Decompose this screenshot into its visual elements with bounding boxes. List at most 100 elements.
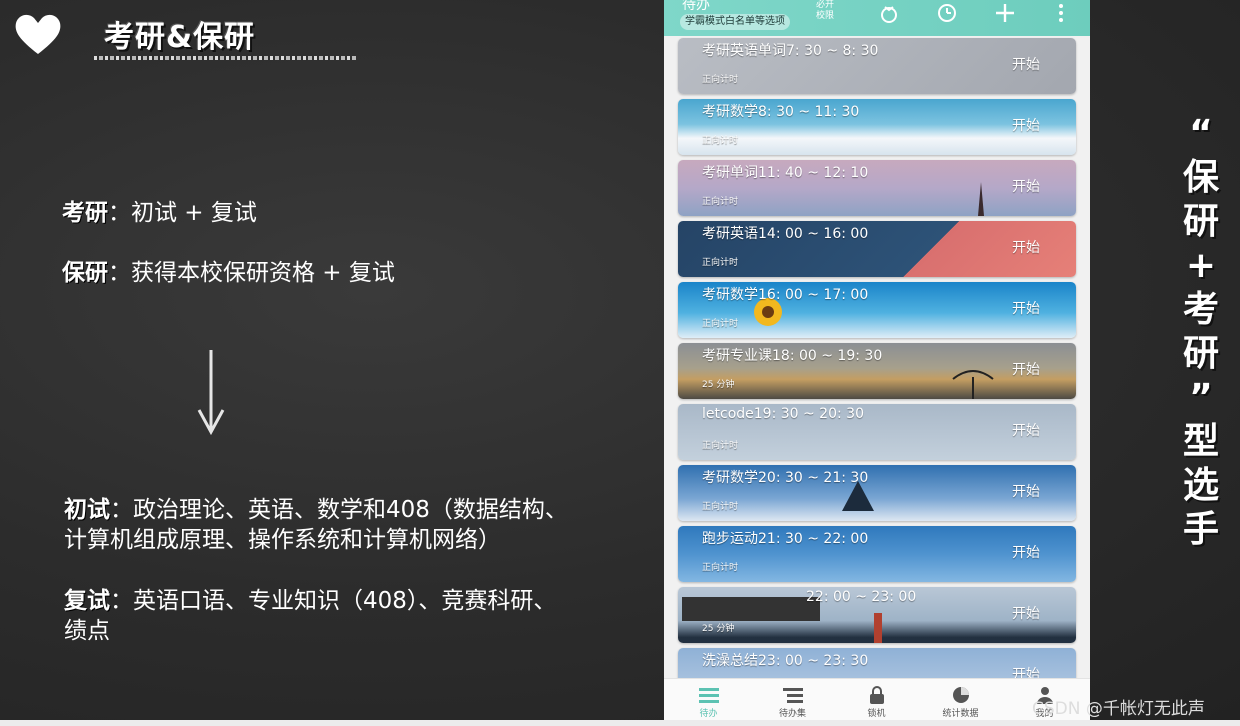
alarm-icon[interactable]	[936, 2, 958, 24]
pie-chart-icon	[952, 687, 969, 703]
slogan-char: 研	[1182, 201, 1219, 242]
task-timer-mode: 正向计时	[702, 319, 739, 329]
collection-icon	[782, 688, 803, 703]
lighthouse-icon	[874, 613, 882, 643]
task-card[interactable]: 跑步运动21: 30 ~ 22: 00 正向计时 开始	[678, 526, 1076, 582]
task-card[interactable]: 考研英语单词7: 30 ~ 8: 30 正向计时 开始	[678, 38, 1076, 94]
task-title: 考研数学16: 00 ~ 17: 00	[702, 287, 869, 303]
start-button[interactable]: 开始	[1012, 542, 1040, 562]
task-timer-mode: 正向计时	[702, 258, 739, 268]
line-text: 获得本校保研资格 + 复试	[131, 260, 395, 286]
task-title: 考研专业课18: 00 ~ 19: 30	[702, 348, 883, 364]
task-title: 考研数学8: 30 ~ 11: 30	[702, 104, 860, 120]
task-card[interactable]: 22: 00 ~ 23: 00 25 分钟 开始	[678, 587, 1076, 643]
task-list: 考研英语单词7: 30 ~ 8: 30 正向计时 开始 考研数学8: 30 ~ …	[678, 38, 1076, 709]
slogan-char: 考	[1182, 289, 1219, 330]
line-sep: ：	[108, 260, 131, 286]
slogan-char: ”	[1189, 377, 1213, 418]
task-title: 考研数学20: 30 ~ 21: 30	[702, 470, 869, 486]
line-label: 复试	[64, 588, 110, 614]
task-card[interactable]: 考研专业课18: 00 ~ 19: 30 25 分钟 开始	[678, 343, 1076, 399]
slogan-char: 型	[1182, 421, 1219, 462]
line-text: 英语口语、专业知识（408）、竞赛科研、	[133, 588, 557, 614]
whitelist-button[interactable]: 学霸模式白名单等选项	[680, 14, 790, 30]
start-button[interactable]: 开始	[1012, 603, 1040, 623]
heart-icon	[15, 14, 61, 55]
line-text: 初试 + 复试	[131, 200, 257, 226]
task-card[interactable]: 考研数学8: 30 ~ 11: 30 正向计时 开始	[678, 99, 1076, 155]
line-sep: ：	[108, 200, 131, 226]
start-button[interactable]: 开始	[1012, 54, 1040, 74]
tree-icon	[952, 370, 994, 399]
nav-label: 待办	[699, 709, 718, 719]
bottom-strip	[0, 720, 1240, 726]
line-fushi: 复试：英语口语、专业知识（408）、竞赛科研、 绩点	[64, 586, 556, 646]
header-title: 待办	[682, 0, 710, 13]
slogan-char: 研	[1182, 333, 1219, 374]
start-button[interactable]: 开始	[1012, 237, 1040, 257]
slogan-char: 保	[1182, 157, 1219, 198]
app-header: 待办 学霸模式白名单等选项 必开校限	[664, 0, 1090, 36]
line-text: 政治理论、英语、数学和408（数据结构、	[133, 497, 568, 523]
side-slogan: “ 保 研 + 考 研 ” 型 选 手	[1176, 112, 1226, 552]
tomato-icon[interactable]	[878, 2, 900, 24]
line-sep: ：	[110, 588, 133, 614]
lock-icon	[869, 686, 884, 704]
task-timer-mode: 正向计时	[702, 136, 739, 146]
task-timer-mode: 正向计时	[702, 75, 739, 85]
line-chushi: 初试：政治理论、英语、数学和408（数据结构、 计算机组成原理、操作系统和计算机…	[64, 495, 568, 555]
task-timer-mode: 正向计时	[702, 563, 739, 573]
slogan-char: +	[1185, 245, 1217, 286]
start-button[interactable]: 开始	[1012, 298, 1040, 318]
title-underline	[94, 56, 356, 60]
task-card[interactable]: 考研数学20: 30 ~ 21: 30 正向计时 开始	[678, 465, 1076, 521]
task-title: 考研单词11: 40 ~ 12: 10	[702, 165, 869, 181]
start-button[interactable]: 开始	[1012, 420, 1040, 440]
start-button[interactable]: 开始	[1012, 115, 1040, 135]
task-title: 考研英语14: 00 ~ 16: 00	[702, 226, 869, 242]
nav-lock[interactable]: 锁机	[834, 679, 919, 726]
redacted-block	[682, 597, 820, 621]
task-timer-mode: 正向计时	[702, 441, 739, 451]
task-card[interactable]: 考研单词11: 40 ~ 12: 10 正向计时 开始	[678, 160, 1076, 216]
bottom-nav: 待办 待办集 锁机 统计数据 我的	[664, 678, 1090, 726]
start-button[interactable]: 开始	[1012, 359, 1040, 379]
task-timer-mode: 正向计时	[702, 197, 739, 207]
start-button[interactable]: 开始	[1012, 481, 1040, 501]
nav-label: 统计数据	[942, 709, 979, 719]
task-timer-mode: 25 分钟	[702, 624, 735, 634]
nav-stats[interactable]: 统计数据	[918, 679, 1003, 726]
task-title: letcode19: 30 ~ 20: 30	[702, 406, 864, 422]
line-text-cont: 绩点	[64, 618, 110, 644]
task-timer-mode: 正向计时	[702, 502, 739, 512]
line-baoyan: 保研：获得本校保研资格 + 复试	[62, 258, 395, 288]
nav-label: 待办集	[778, 709, 806, 719]
slogan-char: 选	[1182, 465, 1219, 506]
more-icon[interactable]	[1050, 2, 1072, 24]
nav-todo-collection[interactable]: 待办集	[750, 679, 835, 726]
line-kaoyan: 考研：初试 + 复试	[62, 198, 257, 228]
task-title: 跑步运动21: 30 ~ 22: 00	[702, 531, 869, 547]
task-card[interactable]: letcode19: 30 ~ 20: 30 正向计时 开始	[678, 404, 1076, 460]
line-label: 初试	[64, 497, 110, 523]
line-sep: ：	[110, 497, 133, 523]
tower-icon	[978, 182, 984, 216]
watermark: CSDN @千帐灯无此声	[1032, 699, 1205, 719]
task-title: 考研英语单词7: 30 ~ 8: 30	[702, 43, 879, 59]
task-title: 22: 00 ~ 23: 00	[806, 589, 917, 605]
list-icon	[698, 688, 719, 703]
task-card[interactable]: 考研数学16: 00 ~ 17: 00 正向计时 开始	[678, 282, 1076, 338]
line-text-cont: 计算机组成原理、操作系统和计算机网络）	[64, 527, 501, 553]
nav-label: 锁机	[867, 709, 886, 719]
slogan-char: 手	[1182, 509, 1219, 550]
slogan-char: “	[1189, 113, 1213, 154]
phone-screenshot: 待办 学霸模式白名单等选项 必开校限 考研英语单词7: 30 ~ 8: 30 正…	[664, 0, 1090, 726]
must-open-button[interactable]: 必开校限	[816, 0, 842, 22]
line-label: 考研	[62, 200, 108, 226]
task-card[interactable]: 考研英语14: 00 ~ 16: 00 正向计时 开始	[678, 221, 1076, 277]
task-title: 洗澡总结23: 00 ~ 23: 30	[702, 653, 869, 669]
start-button[interactable]: 开始	[1012, 176, 1040, 196]
nav-todo[interactable]: 待办	[666, 679, 751, 726]
plus-icon[interactable]	[994, 2, 1016, 24]
down-arrow-icon	[197, 350, 225, 436]
